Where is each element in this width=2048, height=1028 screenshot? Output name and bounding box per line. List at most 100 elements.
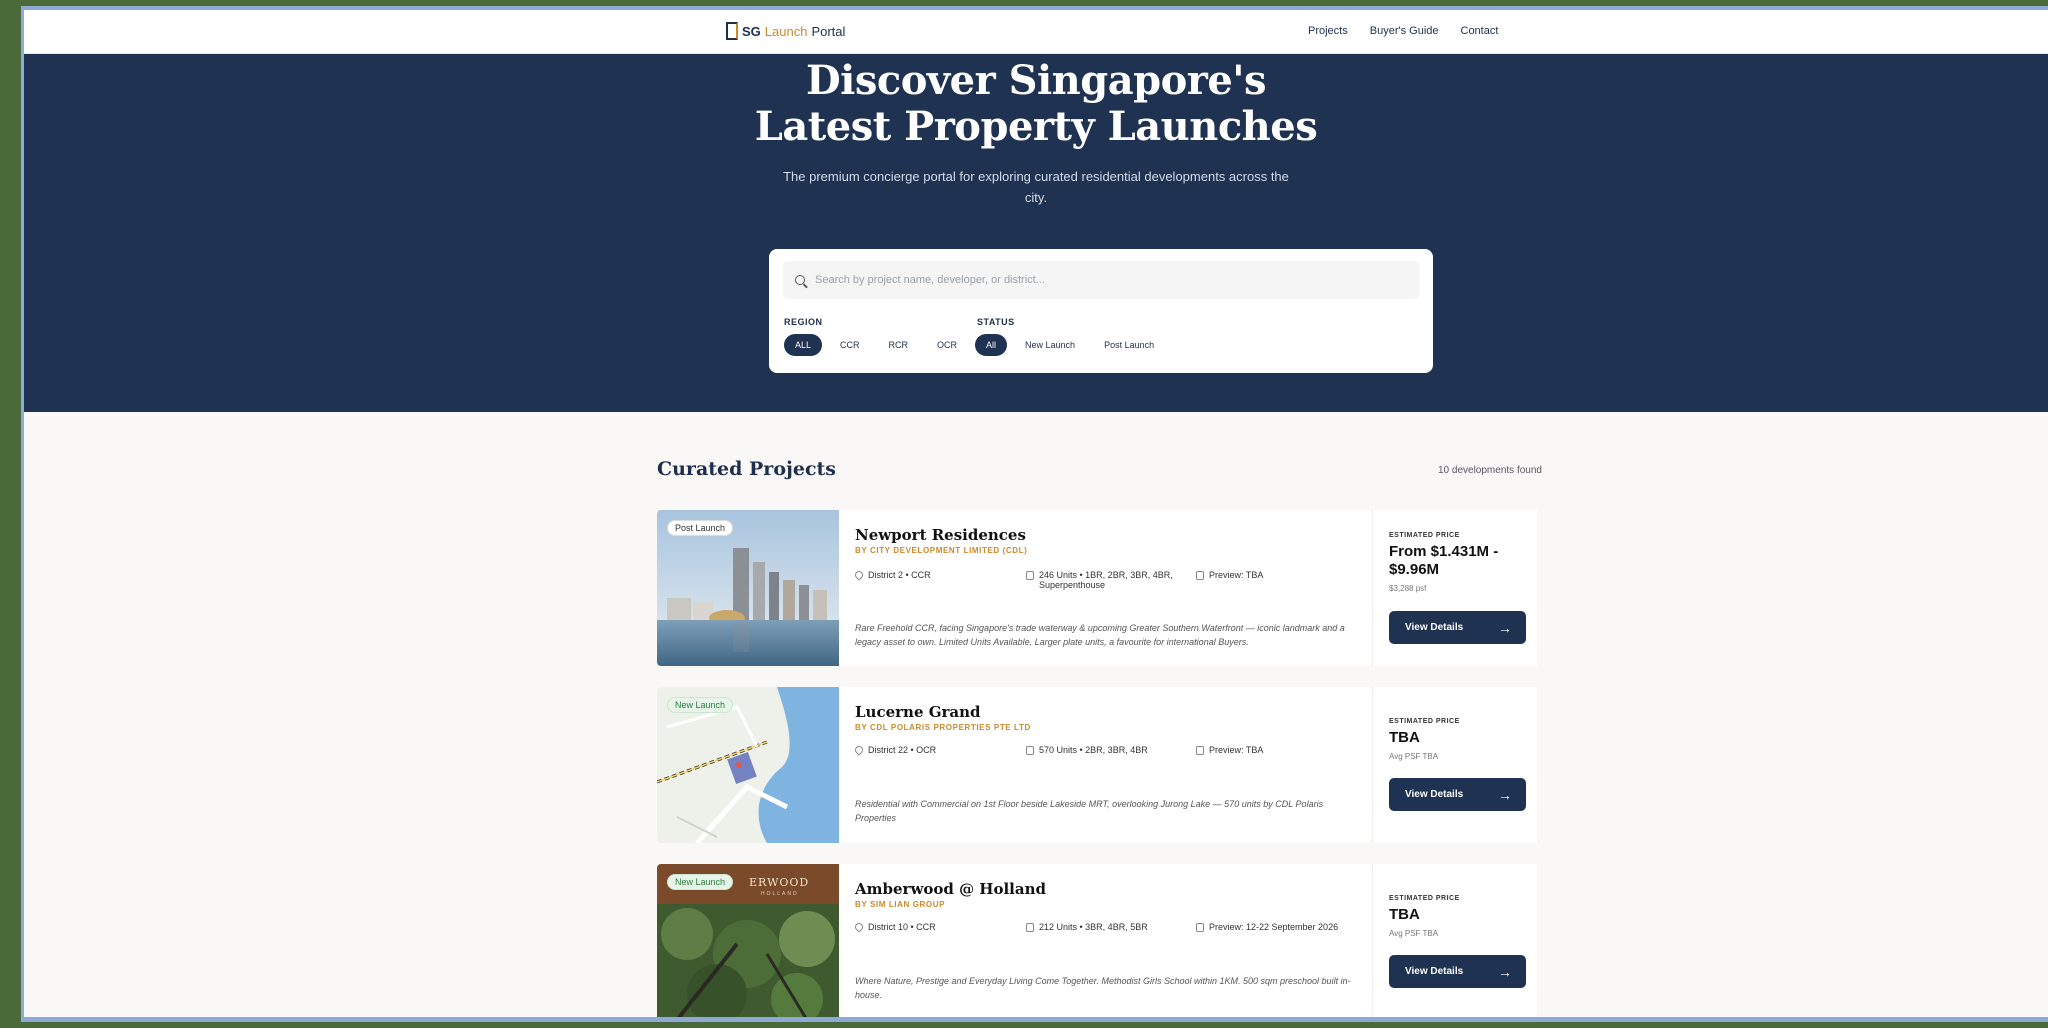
region-filter-label: REGION <box>784 317 823 327</box>
region-filter-chips: ALL CCR RCR OCR <box>784 334 969 356</box>
logo-text-sg: SG <box>742 23 761 39</box>
meta-district: District 22 • OCR <box>853 744 1026 756</box>
district-text: District 2 • CCR <box>868 570 931 580</box>
building-icon <box>1026 571 1034 580</box>
project-card[interactable]: ERWOOD HOLLAND New Launch Amberwood @ Ho… <box>657 864 1537 1020</box>
location-pin-icon <box>853 921 865 933</box>
view-details-button[interactable]: View Details → <box>1389 955 1526 988</box>
project-image[interactable]: New Launch <box>657 687 839 843</box>
meta-preview: Preview: 12-22 September 2026 <box>1196 922 1338 932</box>
project-meta: District 10 • CCR 212 Units • 3BR, 4BR, … <box>853 921 1356 933</box>
nav-link-buyers-guide[interactable]: Buyer's Guide <box>1370 25 1439 37</box>
meta-units: 246 Units • 1BR, 2BR, 3BR, 4BR, Superpen… <box>1026 570 1196 590</box>
top-navbar: SG Launch Portal Projects Buyer's Guide Co… <box>24 10 2048 54</box>
status-chip-new-launch[interactable]: New Launch <box>1014 334 1087 356</box>
hero-subtitle: The premium concierge portal for explori… <box>783 169 1289 205</box>
project-name[interactable]: Lucerne Grand <box>855 703 1356 721</box>
project-meta: District 22 • OCR 570 Units • 2BR, 3BR, … <box>853 744 1356 756</box>
meta-preview: Preview: TBA <box>1196 570 1263 590</box>
logo-text-launch: Launch <box>764 23 808 39</box>
preview-text: Preview: TBA <box>1209 745 1264 755</box>
search-box[interactable] <box>783 261 1419 299</box>
calendar-icon <box>1196 571 1204 580</box>
price-panel: ESTIMATED PRICE From $1.431M - $9.96M $3… <box>1372 510 1537 666</box>
price-psf: Avg PSF TBA <box>1389 752 1439 761</box>
meta-district: District 10 • CCR <box>853 921 1026 933</box>
hero-title: Discover Singapore's Latest Property Lau… <box>24 54 2048 150</box>
logo-text-portal: Portal <box>811 23 846 39</box>
meta-units: 212 Units • 3BR, 4BR, 5BR <box>1026 922 1196 932</box>
price-label: ESTIMATED PRICE <box>1389 895 1460 902</box>
project-developer: BY CDL POLARIS PROPERTIES PTE LTD <box>855 723 1031 732</box>
meta-preview: Preview: TBA <box>1196 745 1263 755</box>
status-badge: New Launch <box>667 874 734 890</box>
region-chip-rcr[interactable]: RCR <box>877 334 920 356</box>
view-details-label: View Details <box>1405 966 1464 977</box>
arrow-right-icon: → <box>1498 786 1512 803</box>
project-description: Where Nature, Prestige and Everyday Livi… <box>855 976 1351 1000</box>
price-value: From $1.431M - $9.96M <box>1389 543 1499 578</box>
project-info: Lucerne Grand BY CDL POLARIS PROPERTIES … <box>839 687 1372 843</box>
hero-title-line1: Discover Singapore's <box>805 57 1267 104</box>
price-panel: ESTIMATED PRICE TBA Avg PSF TBA View Det… <box>1372 687 1537 843</box>
results-count: 10 developments found <box>1438 465 1542 476</box>
view-details-label: View Details <box>1405 789 1464 800</box>
nav-links: Projects Buyer's Guide Contact <box>1308 25 1498 37</box>
site-logo[interactable]: SG Launch Portal <box>726 22 845 40</box>
meta-units: 570 Units • 2BR, 3BR, 4BR <box>1026 745 1196 755</box>
project-card-main: ERWOOD HOLLAND New Launch Amberwood @ Ho… <box>657 864 1372 1020</box>
region-chip-ocr[interactable]: OCR <box>926 334 969 356</box>
project-card[interactable]: Post Launch Newport Residences BY CITY D… <box>657 510 1537 666</box>
image-brand-text: ERWOOD <box>749 876 810 889</box>
location-pin-icon <box>853 569 865 581</box>
view-details-label: View Details <box>1405 622 1464 633</box>
building-icon <box>1026 923 1034 932</box>
units-text: 246 Units • 1BR, 2BR, 3BR, 4BR, Superpen… <box>1039 570 1173 590</box>
district-text: District 10 • CCR <box>868 922 936 932</box>
project-image[interactable]: Post Launch <box>657 510 839 666</box>
calendar-icon <box>1196 923 1204 932</box>
status-chip-all[interactable]: All <box>975 334 1008 356</box>
project-developer: BY CITY DEVELOPMENT LIMITED (CDL) <box>855 546 1028 555</box>
logo-icon <box>726 22 738 40</box>
units-text: 212 Units • 3BR, 4BR, 5BR <box>1039 922 1148 932</box>
location-pin-icon <box>853 744 865 756</box>
price-label: ESTIMATED PRICE <box>1389 532 1460 539</box>
preview-text: Preview: TBA <box>1209 570 1264 580</box>
project-image[interactable]: ERWOOD HOLLAND New Launch <box>657 864 839 1020</box>
region-chip-all[interactable]: ALL <box>784 334 823 356</box>
units-text: 570 Units • 2BR, 3BR, 4BR <box>1039 745 1148 755</box>
project-description: Residential with Commercial on 1st Floor… <box>855 799 1324 823</box>
project-name[interactable]: Amberwood @ Holland <box>855 880 1356 898</box>
price-psf: Avg PSF TBA <box>1389 929 1439 938</box>
project-name[interactable]: Newport Residences <box>855 526 1356 544</box>
region-chip-ccr[interactable]: CCR <box>829 334 871 356</box>
project-info: Amberwood @ Holland BY SIM LIAN GROUP Di… <box>839 864 1372 1020</box>
project-card[interactable]: New Launch Lucerne Grand BY CDL POLARIS … <box>657 687 1537 843</box>
status-filter-label: STATUS <box>977 317 1015 327</box>
price-psf: $3,288 psf <box>1389 584 1427 593</box>
search-filter-card: REGION ALL CCR RCR OCR STATUS All New La… <box>769 249 1433 373</box>
nav-link-contact[interactable]: Contact <box>1461 25 1499 37</box>
preview-text: Preview: 12-22 September 2026 <box>1209 922 1339 932</box>
view-details-button[interactable]: View Details → <box>1389 778 1526 811</box>
image-brand-subtext: HOLLAND <box>761 891 799 897</box>
status-chip-post-launch[interactable]: Post Launch <box>1093 334 1166 356</box>
arrow-right-icon: → <box>1498 619 1512 636</box>
search-icon <box>795 275 805 285</box>
calendar-icon <box>1196 746 1204 755</box>
building-icon <box>1026 746 1034 755</box>
nav-link-projects[interactable]: Projects <box>1308 25 1348 37</box>
hero-title-line2: Latest Property Launches <box>754 103 1318 150</box>
search-input[interactable] <box>815 274 1375 286</box>
browser-viewport: SG Launch Portal Projects Buyer's Guide Co… <box>21 6 2048 1022</box>
project-developer: BY SIM LIAN GROUP <box>855 900 946 909</box>
project-info: Newport Residences BY CITY DEVELOPMENT L… <box>839 510 1372 666</box>
hero-section: Discover Singapore's Latest Property Lau… <box>24 54 2048 412</box>
view-details-button[interactable]: View Details → <box>1389 611 1526 644</box>
project-description: Rare Freehold CCR, facing Singapore's tr… <box>855 623 1345 647</box>
price-label: ESTIMATED PRICE <box>1389 718 1460 725</box>
status-filter-chips: All New Launch Post Launch <box>975 334 1166 356</box>
price-value: TBA <box>1389 729 1420 746</box>
project-card-main: Post Launch Newport Residences BY CITY D… <box>657 510 1372 666</box>
